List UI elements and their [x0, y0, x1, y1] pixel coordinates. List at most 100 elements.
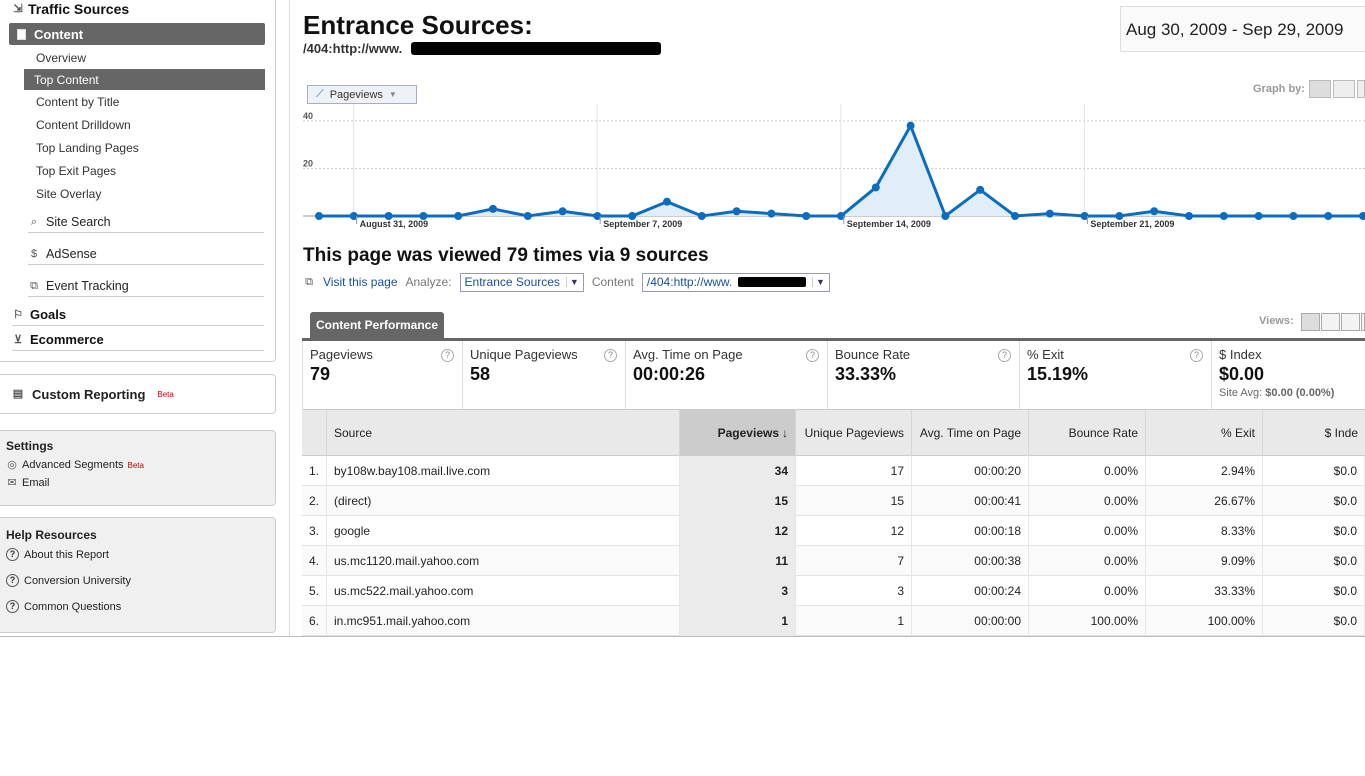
redaction-mark	[738, 277, 806, 287]
data-point	[906, 121, 915, 130]
source-cell[interactable]: (direct)	[327, 486, 680, 516]
unique-pageviews-cell: 7	[796, 546, 912, 576]
help-common-label: Common Questions	[24, 600, 122, 613]
sub-item-content-drilldown[interactable]: Content Drilldown	[36, 118, 131, 132]
graph-by-month-button[interactable]	[1357, 80, 1365, 98]
data-point	[1219, 212, 1228, 220]
site-avg-value: $0.00 (0.00%)	[1265, 387, 1335, 399]
help-icon[interactable]: ?	[441, 349, 454, 362]
nav-event-tracking[interactable]: ⧉ Event Tracking	[28, 275, 264, 297]
header-avg-time[interactable]: Avg. Time on Page	[912, 410, 1029, 456]
x-tick-label: September 14, 2009	[847, 219, 931, 229]
data-point	[663, 197, 671, 206]
source-cell[interactable]: us.mc1120.mail.yahoo.com	[327, 546, 680, 576]
analyze-select[interactable]: Entrance Sources ▼	[459, 272, 584, 292]
table-row[interactable]: 1. by108w.bay108.mail.live.com 34 17 00:00:2…	[302, 456, 1365, 486]
nav-goals[interactable]: ⚐ Goals	[12, 304, 264, 326]
sub-item-overview[interactable]: Overview	[36, 51, 86, 65]
help-icon[interactable]: ?	[998, 349, 1011, 362]
nav-site-search[interactable]: ⌕ Site Search	[28, 211, 264, 233]
sub-item-top-content[interactable]: Top Content	[24, 69, 265, 90]
metric-selector-label: Pageviews	[329, 88, 383, 101]
help-common-questions[interactable]: ? Common Questions	[6, 600, 269, 613]
header-source[interactable]: Source	[327, 410, 680, 456]
nav-traffic-sources[interactable]: ⇲ Traffic Sources	[12, 1, 129, 17]
external-link-icon: ⧉	[305, 276, 313, 288]
redaction-mark	[411, 42, 661, 55]
pie-view-icon[interactable]	[1321, 313, 1340, 331]
help-icon[interactable]: ?	[1190, 349, 1203, 362]
table-row[interactable]: 3. google 12 12 00:00:18 0.00% 8.33% $0.0	[302, 516, 1365, 546]
source-cell[interactable]: by108w.bay108.mail.live.com	[327, 456, 680, 486]
summary-headline: This page was viewed 79 times via 9 sour…	[303, 245, 709, 266]
bounce-rate-cell: 0.00%	[1029, 576, 1146, 606]
tab-content-performance[interactable]: Content Performance	[310, 312, 444, 338]
source-cell[interactable]: us.mc522.mail.yahoo.com	[327, 576, 680, 606]
help-conversion-university[interactable]: ? Conversion University	[6, 574, 269, 587]
row-number: 5.	[302, 576, 327, 606]
nav-ecommerce[interactable]: ⊻ Ecommerce	[12, 329, 264, 351]
graph-by-day-button[interactable]	[1309, 80, 1331, 98]
email-link[interactable]: ✉ Email	[6, 477, 269, 489]
flag-icon: ⚐	[13, 308, 23, 321]
date-range-picker[interactable]: Aug 30, 2009 - Sep 29, 2009	[1120, 6, 1365, 52]
exit-cell: 33.33%	[1146, 576, 1263, 606]
help-about-report[interactable]: ? About this Report	[6, 548, 269, 561]
page-subtitle: /404:http://www.	[303, 41, 403, 56]
sub-item-top-exit-pages[interactable]: Top Exit Pages	[36, 164, 116, 178]
scorecard-unique-pageviews: Unique Pageviews 58 ?	[463, 341, 626, 409]
metric-selector[interactable]: ⟋ Pageviews ▼	[307, 85, 417, 104]
data-point	[767, 209, 776, 218]
pageviews-cell: 11	[680, 546, 796, 576]
graph-by-week-button[interactable]	[1333, 80, 1355, 98]
content-select-value: /404:http://www.	[646, 275, 733, 289]
x-tick-label: August 31, 2009	[360, 219, 429, 229]
header-bounce-rate[interactable]: Bounce Rate	[1029, 410, 1146, 456]
header-unique-pageviews[interactable]: Unique Pageviews	[796, 410, 912, 456]
chevron-down-icon: ▼	[811, 277, 825, 287]
source-cell[interactable]: in.mc951.mail.yahoo.com	[327, 606, 680, 636]
header-exit[interactable]: % Exit	[1146, 410, 1263, 456]
scorecard-value: 33.33%	[835, 364, 897, 384]
series-area	[319, 125, 1365, 216]
data-point	[1011, 212, 1019, 220]
help-icon[interactable]: ?	[604, 349, 617, 362]
comparison-view-icon[interactable]	[1361, 313, 1365, 331]
row-number: 2.	[302, 486, 327, 516]
header-pageviews[interactable]: Pageviews ↓	[680, 410, 796, 456]
data-point	[1324, 212, 1333, 220]
content-icon	[17, 28, 26, 40]
data-point	[1254, 212, 1263, 220]
exit-cell: 9.09%	[1146, 546, 1263, 576]
content-select[interactable]: /404:http://www. ▼	[641, 272, 830, 292]
source-cell[interactable]: google	[327, 516, 680, 546]
header-index-value[interactable]: $ Inde	[1263, 410, 1365, 456]
table-row[interactable]: 2. (direct) 15 15 00:00:41 0.00% 26.67% $0.0	[302, 486, 1365, 516]
data-point	[454, 212, 463, 220]
unique-pageviews-cell: 17	[796, 456, 912, 486]
nav-content[interactable]: Content	[9, 23, 265, 45]
custom-reporting-link[interactable]: ▤ Custom Reporting Beta	[0, 374, 276, 414]
pageviews-chart: 20 40 August 31, 2009 September 7, 2009 Sept…	[303, 104, 1365, 229]
table-view-icon[interactable]	[1301, 313, 1320, 331]
bar-view-icon[interactable]	[1341, 313, 1360, 331]
row-number: 6.	[302, 606, 327, 636]
index-cell: $0.0	[1263, 486, 1365, 516]
sub-item-content-by-title[interactable]: Content by Title	[36, 95, 119, 109]
x-tick-label: September 7, 2009	[603, 219, 682, 229]
sub-item-top-landing-pages[interactable]: Top Landing Pages	[36, 141, 139, 155]
avg-time-cell: 00:00:18	[912, 516, 1029, 546]
advanced-segments-link[interactable]: ◎ Advanced Segments Beta	[6, 459, 269, 471]
table-row[interactable]: 5. us.mc522.mail.yahoo.com 3 3 00:00:24 0.00%…	[302, 576, 1365, 606]
table-row[interactable]: 6. in.mc951.mail.yahoo.com 1 1 00:00:00 100.0…	[302, 606, 1365, 636]
dollar-icon: $	[30, 247, 38, 260]
visit-page-link[interactable]: Visit this page	[323, 275, 398, 289]
sub-item-site-overlay[interactable]: Site Overlay	[36, 187, 101, 201]
nav-adsense-label: AdSense	[46, 246, 97, 261]
help-icon[interactable]: ?	[806, 349, 819, 362]
data-point	[941, 212, 950, 220]
help-icon: ?	[6, 600, 19, 613]
table-row[interactable]: 4. us.mc1120.mail.yahoo.com 11 7 00:00:38 0.0…	[302, 546, 1365, 576]
pageviews-cell: 1	[680, 606, 796, 636]
nav-adsense[interactable]: $ AdSense	[28, 243, 264, 265]
